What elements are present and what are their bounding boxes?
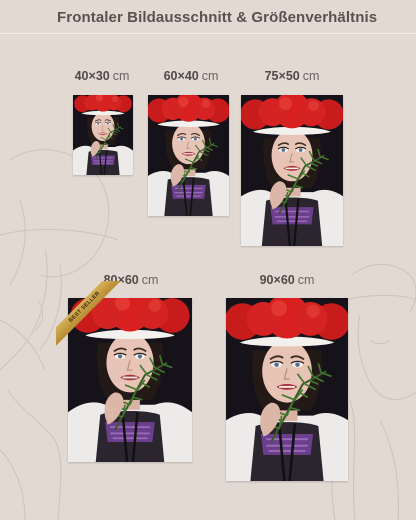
portrait-image — [148, 95, 229, 216]
page-title: Frontaler Bildausschnitt & Größenverhält… — [57, 9, 378, 26]
size-label-60x40: 60×40 cm — [164, 69, 219, 83]
size-label-dimensions: 80×60 — [103, 273, 139, 287]
size-label-dimensions: 60×40 — [163, 69, 199, 83]
print-preview-90x60[interactable] — [226, 298, 348, 481]
portrait-image — [68, 298, 192, 462]
size-label-dimensions: 75×50 — [264, 69, 300, 83]
size-label-unit: cm — [297, 273, 315, 287]
size-label-dimensions: 90×60 — [259, 273, 295, 287]
size-label-unit: cm — [302, 69, 320, 83]
print-preview-75x50[interactable] — [241, 95, 343, 246]
size-label-unit: cm — [201, 69, 219, 83]
size-label-75x50: 75×50 cm — [265, 69, 320, 83]
size-label-unit: cm — [112, 69, 130, 83]
size-label-90x60: 90×60 cm — [260, 273, 315, 287]
portrait-image — [226, 298, 348, 481]
size-label-40x30: 40×30 cm — [75, 69, 130, 83]
print-preview-40x30[interactable] — [73, 95, 133, 175]
title-divider — [0, 33, 416, 34]
print-preview-80x60[interactable] — [68, 298, 192, 462]
portrait-image — [73, 95, 133, 175]
size-label-dimensions: 40×30 — [74, 69, 110, 83]
print-preview-60x40[interactable] — [148, 95, 229, 216]
size-label-80x60: 80×60 cm — [104, 273, 159, 287]
portrait-image — [241, 95, 343, 246]
size-label-unit: cm — [141, 273, 159, 287]
